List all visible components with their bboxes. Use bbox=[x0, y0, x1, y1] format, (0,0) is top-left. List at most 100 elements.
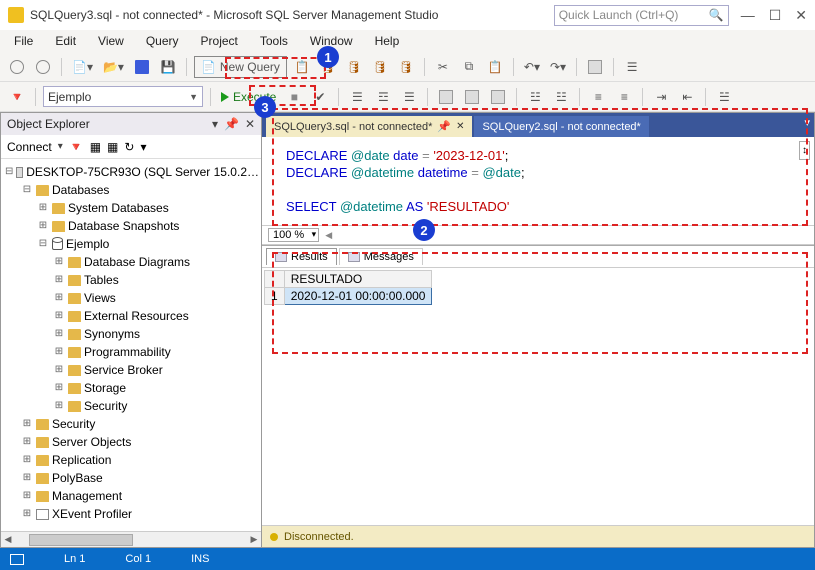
row-number[interactable]: 1 bbox=[265, 288, 285, 305]
results-column-header[interactable]: RESULTADO bbox=[284, 271, 432, 288]
tree-db-item[interactable]: Service Broker bbox=[53, 361, 259, 379]
cut-button[interactable]: ✂ bbox=[432, 56, 454, 78]
tree-db-item[interactable]: Tables bbox=[53, 271, 259, 289]
toolbar2-icon-11[interactable]: ⇥ bbox=[650, 86, 672, 108]
paste-button[interactable]: 📋 bbox=[484, 56, 506, 78]
tree-system-databases[interactable]: System Databases bbox=[37, 199, 259, 217]
connect-btn-3[interactable]: ▦ bbox=[107, 140, 118, 154]
menu-project[interactable]: Project bbox=[191, 32, 248, 50]
editor-tab-inactive[interactable]: SQLQuery2.sql - not connected* bbox=[474, 116, 648, 137]
toolbar-main: 📄▾ 📂▾ 💾 📄 New Query 📋 🛢 🛢 🛢 🛢 ✂ ⧉ 📋 ↶▾ ↷… bbox=[0, 52, 815, 82]
connect-btn-2[interactable]: ▦ bbox=[90, 140, 101, 154]
copy-button[interactable]: ⧉ bbox=[458, 56, 480, 78]
back-button[interactable] bbox=[6, 56, 28, 78]
results-tab[interactable]: Results bbox=[266, 248, 337, 265]
tree-top-item[interactable]: PolyBase bbox=[21, 469, 259, 487]
stop-button[interactable]: ■ bbox=[283, 86, 305, 108]
toolbar2-icon-12[interactable]: ⇤ bbox=[676, 86, 698, 108]
folder-icon bbox=[68, 365, 81, 376]
quick-launch-input[interactable]: Quick Launch (Ctrl+Q) 🔍 bbox=[554, 5, 729, 26]
new-query-options-button[interactable]: 📋 bbox=[291, 56, 313, 78]
folder-icon bbox=[68, 329, 81, 340]
open-dropdown[interactable]: 📂▾ bbox=[100, 56, 127, 78]
minimize-button[interactable]: — bbox=[741, 7, 755, 24]
toolbar2-icon-4[interactable] bbox=[435, 86, 457, 108]
database-selector[interactable]: Ejemplo ▼ bbox=[43, 86, 203, 107]
tree-top-item[interactable]: Server Objects bbox=[21, 433, 259, 451]
close-button[interactable]: ✕ bbox=[795, 7, 807, 24]
code-editor[interactable]: DECLARE @date date = '2023-12-01'; DECLA… bbox=[262, 137, 814, 225]
tree-db-item[interactable]: Views bbox=[53, 289, 259, 307]
save-button[interactable] bbox=[131, 56, 153, 78]
tree-xevent[interactable]: XEvent Profiler bbox=[21, 505, 259, 523]
menu-query[interactable]: Query bbox=[136, 32, 189, 50]
menu-help[interactable]: Help bbox=[365, 32, 410, 50]
tree-db-item[interactable]: External Resources bbox=[53, 307, 259, 325]
close-tab-icon[interactable]: ✕ bbox=[456, 121, 464, 132]
toolbar-icon-3[interactable]: 🛢 bbox=[369, 56, 391, 78]
toolbar-icon-grid[interactable] bbox=[584, 56, 606, 78]
tree-db-item[interactable]: Database Diagrams bbox=[53, 253, 259, 271]
tree-user-db[interactable]: Ejemplo bbox=[37, 235, 259, 253]
toolbar-icon-list[interactable]: ☰ bbox=[621, 56, 643, 78]
tree-db-item[interactable]: Programmability bbox=[53, 343, 259, 361]
toolbar2-icon-5[interactable] bbox=[461, 86, 483, 108]
zoom-selector[interactable]: 100 % bbox=[268, 228, 319, 242]
connect-refresh-icon[interactable]: ↻ bbox=[124, 140, 134, 154]
toolbar2-icon-10[interactable]: ≡ bbox=[613, 86, 635, 108]
tabs-overflow-icon[interactable]: ▾ bbox=[804, 116, 810, 129]
results-grid[interactable]: RESULTADO 12020-12-01 00:00:00.000 bbox=[262, 268, 814, 307]
editor-tab-active[interactable]: SQLQuery3.sql - not connected* 📌 ✕ bbox=[266, 116, 472, 137]
toolbar2-icon-2[interactable]: ☲ bbox=[372, 86, 394, 108]
menu-tools[interactable]: Tools bbox=[250, 32, 298, 50]
close-panel-icon[interactable]: ✕ bbox=[245, 117, 255, 131]
folder-icon bbox=[68, 401, 81, 412]
connect-filter-icon[interactable]: ▾ bbox=[140, 140, 146, 154]
connect-btn-1[interactable]: 🔻 bbox=[69, 140, 84, 154]
toolbar2-icon-6[interactable] bbox=[487, 86, 509, 108]
new-query-button[interactable]: 📄 New Query bbox=[194, 56, 287, 78]
toolbar2-icon-8[interactable]: ☳ bbox=[550, 86, 572, 108]
xevent-icon bbox=[36, 509, 49, 520]
pin-icon[interactable]: 📌 bbox=[437, 120, 451, 133]
tree-db-item[interactable]: Security bbox=[53, 397, 259, 415]
tree-top-item[interactable]: Security bbox=[21, 415, 259, 433]
parse-button[interactable]: ✔ bbox=[309, 86, 331, 108]
toolbar-icon-2[interactable]: 🛢 bbox=[343, 56, 365, 78]
horizontal-scrollbar[interactable]: ◀▶ bbox=[1, 531, 261, 547]
object-tree[interactable]: DESKTOP-75CR93O (SQL Server 15.0.2… Data… bbox=[1, 159, 261, 531]
redo-dropdown[interactable]: ↷▾ bbox=[547, 56, 569, 78]
toolbar-icon-4[interactable]: 🛢 bbox=[395, 56, 417, 78]
zoom-scroll-left-icon[interactable]: ◀ bbox=[325, 230, 332, 241]
forward-button[interactable] bbox=[32, 56, 54, 78]
connect-label[interactable]: Connect bbox=[7, 140, 52, 154]
split-icon[interactable]: ↕ bbox=[799, 141, 810, 160]
tree-server[interactable]: DESKTOP-75CR93O (SQL Server 15.0.2… bbox=[5, 163, 259, 181]
tree-snapshots[interactable]: Database Snapshots bbox=[37, 217, 259, 235]
filter-icon[interactable]: 🔻 bbox=[6, 86, 28, 108]
menu-edit[interactable]: Edit bbox=[45, 32, 86, 50]
connect-dropdown-icon[interactable]: ▾ bbox=[58, 141, 63, 152]
toolbar2-icon-1[interactable]: ☰ bbox=[346, 86, 368, 108]
messages-tab[interactable]: Messages bbox=[339, 248, 423, 265]
tree-databases[interactable]: Databases bbox=[21, 181, 259, 199]
new-project-dropdown[interactable]: 📄▾ bbox=[69, 56, 96, 78]
toolbar2-icon-7[interactable]: ☳ bbox=[524, 86, 546, 108]
menu-view[interactable]: View bbox=[88, 32, 134, 50]
tree-top-item[interactable]: Management bbox=[21, 487, 259, 505]
toolbar2-icon-13[interactable]: ☱ bbox=[713, 86, 735, 108]
folder-icon bbox=[36, 437, 49, 448]
toolbar2-icon-9[interactable]: ≡ bbox=[587, 86, 609, 108]
tree-db-item[interactable]: Storage bbox=[53, 379, 259, 397]
pin-icon[interactable]: 📌 bbox=[224, 117, 239, 131]
tree-top-item[interactable]: Replication bbox=[21, 451, 259, 469]
result-cell[interactable]: 2020-12-01 00:00:00.000 bbox=[284, 288, 432, 305]
toolbar2-icon-3[interactable]: ☰ bbox=[398, 86, 420, 108]
tree-db-item[interactable]: Synonyms bbox=[53, 325, 259, 343]
undo-dropdown[interactable]: ↶▾ bbox=[521, 56, 543, 78]
dropdown-icon[interactable]: ▾ bbox=[212, 117, 218, 131]
play-icon bbox=[221, 92, 229, 102]
save-all-button[interactable]: 💾 bbox=[157, 56, 179, 78]
maximize-button[interactable]: ☐ bbox=[769, 7, 782, 24]
menu-file[interactable]: File bbox=[4, 32, 43, 50]
